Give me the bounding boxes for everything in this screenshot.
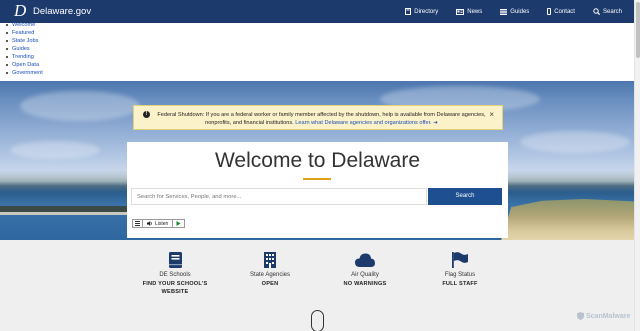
shutdown-alert: ! Federal Shutdown: If you are a federal… xyxy=(133,105,503,130)
page-title: Welcome to Delaware xyxy=(214,149,421,172)
hero-cloud xyxy=(520,131,630,153)
close-icon[interactable]: × xyxy=(489,110,494,119)
stat-label: State Agencies xyxy=(249,272,291,278)
nav-contact[interactable]: Contact xyxy=(547,8,575,15)
quick-link-trending[interactable]: Trending xyxy=(6,53,43,61)
nav-directory[interactable]: Directory xyxy=(405,8,438,15)
stat-flag-status[interactable]: Flag Status FULL STAFF xyxy=(415,252,505,288)
nav-guides-label: Guides xyxy=(510,8,530,15)
hero-cloud xyxy=(10,141,100,159)
nav-search-label: Search xyxy=(602,8,622,15)
top-navbar: D Delaware Delaware.gov Directory News G… xyxy=(0,0,634,28)
nav-contact-label: Contact xyxy=(554,8,575,15)
quick-link-welcome[interactable]: Welcome xyxy=(6,21,43,29)
page-scrollbar[interactable] xyxy=(634,0,640,331)
search-icon xyxy=(593,8,600,15)
status-band: DE Schools FIND YOUR SCHOOL'S WEBSITE St… xyxy=(0,240,634,331)
scanmalware-watermark: ScanMalware xyxy=(577,312,630,320)
brand-name[interactable]: Delaware.gov xyxy=(33,6,91,17)
listen-menu-icon[interactable] xyxy=(133,220,143,227)
main-nav: Directory News Guides Contact Search xyxy=(387,0,622,23)
alert-learn-more-link[interactable]: Learn what Delaware agencies and organiz… xyxy=(295,120,438,126)
quick-link-open-data[interactable]: Open Data xyxy=(6,61,43,69)
stat-air-quality[interactable]: Air Quality NO WARNINGS xyxy=(320,252,410,288)
watermark-text: ScanMalware xyxy=(586,312,631,320)
delaware-seal-icon: D Delaware xyxy=(14,1,32,28)
nav-guides[interactable]: Guides xyxy=(500,8,530,15)
hero-dunes xyxy=(500,199,634,240)
stat-value: NO WARNINGS xyxy=(343,281,387,287)
cloud-icon xyxy=(355,253,375,267)
nav-directory-label: Directory xyxy=(414,8,439,15)
quick-link-state-jobs[interactable]: State Jobs xyxy=(6,37,43,45)
stat-de-schools[interactable]: DE Schools FIND YOUR SCHOOL'S WEBSITE xyxy=(130,252,220,296)
quick-link-guides[interactable]: Guides xyxy=(6,45,43,53)
nav-news[interactable]: News xyxy=(456,8,483,15)
search-input[interactable] xyxy=(131,188,427,205)
list-icon xyxy=(500,8,508,15)
scrollbar-thumb[interactable] xyxy=(636,2,640,58)
welcome-panel: Welcome to Delaware Search Listen xyxy=(127,142,508,238)
listen-label: Listen xyxy=(155,220,169,227)
scroll-down-indicator[interactable] xyxy=(311,310,324,331)
stat-value: FIND YOUR SCHOOL'S WEBSITE xyxy=(142,281,208,295)
alert-message: Federal Shutdown: If you are a federal w… xyxy=(154,111,489,127)
nav-news-label: News xyxy=(467,8,483,15)
stat-value: OPEN xyxy=(261,281,279,287)
quick-link-government[interactable]: Government xyxy=(6,69,43,77)
title-underline xyxy=(303,178,331,180)
newspaper-icon xyxy=(456,8,465,15)
alert-exclamation-icon: ! xyxy=(143,111,150,118)
shield-icon xyxy=(577,312,584,320)
stat-label: Flag Status xyxy=(444,272,476,278)
flag-icon xyxy=(452,252,468,268)
phone-icon xyxy=(547,8,552,15)
speaker-icon xyxy=(147,221,152,226)
listen-widget: Listen xyxy=(132,219,186,228)
stat-label: DE Schools xyxy=(159,272,191,278)
building-icon xyxy=(264,252,276,268)
nav-search[interactable]: Search xyxy=(593,8,622,15)
school-book-icon xyxy=(168,252,182,268)
stat-state-agencies[interactable]: State Agencies OPEN xyxy=(225,252,315,288)
book-icon xyxy=(405,8,412,15)
hero-cloud xyxy=(20,91,140,121)
quick-links-list: Welcome Featured State Jobs Guides Trend… xyxy=(6,21,43,77)
hero-pier-edge xyxy=(0,212,130,215)
stat-label: Air Quality xyxy=(351,272,379,278)
brand-logo[interactable]: D Delaware Delaware.gov xyxy=(14,0,91,28)
listen-button[interactable]: Listen xyxy=(143,220,174,227)
quick-link-featured[interactable]: Featured xyxy=(6,29,43,37)
stat-value: FULL STAFF xyxy=(442,281,478,287)
search-button[interactable]: Search xyxy=(428,188,502,205)
play-icon[interactable] xyxy=(173,220,184,227)
